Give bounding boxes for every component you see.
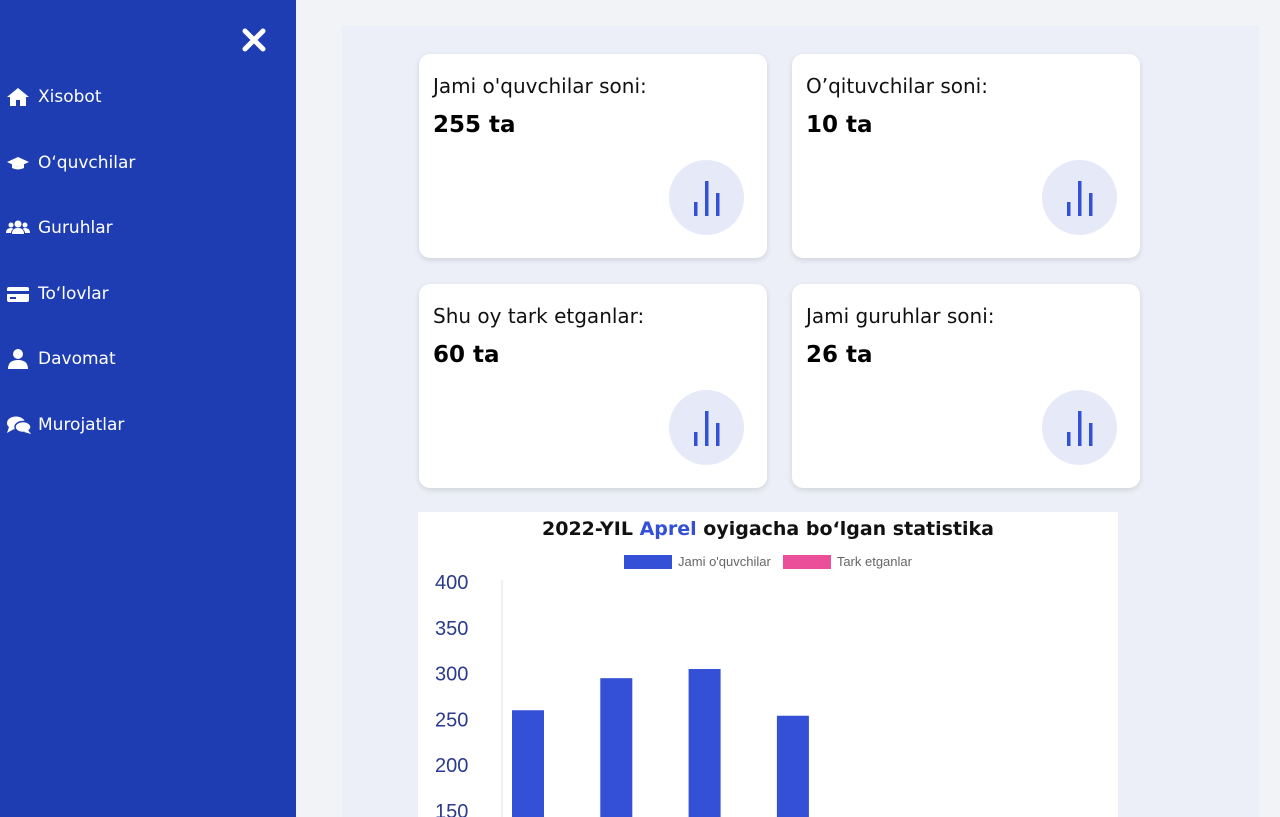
y-tick-label: 250 bbox=[435, 709, 468, 731]
sidebar-item-label: Xisobot bbox=[38, 87, 102, 107]
y-tick-label: 400 bbox=[435, 572, 468, 594]
card-title: Jami guruhlar soni: bbox=[806, 304, 995, 328]
sidebar-item-guruhlar[interactable]: Guruhlar bbox=[0, 210, 296, 246]
sidebar-item-oquvchilar[interactable]: O‘quvchilar bbox=[0, 145, 296, 181]
credit-card-icon bbox=[6, 284, 32, 304]
y-tick-label: 150 bbox=[435, 801, 468, 817]
sidebar-item-davomat[interactable]: Davomat bbox=[0, 341, 296, 377]
y-tick-label: 350 bbox=[435, 618, 468, 640]
card-value: 10 ta bbox=[806, 112, 873, 138]
bar-students bbox=[512, 710, 544, 817]
y-tick-label: 300 bbox=[435, 664, 468, 686]
main-content: Jami o'quvchilar soni: 255 ta O’qituvchi… bbox=[342, 26, 1259, 817]
bar-students bbox=[600, 678, 633, 817]
sidebar-item-label: O‘quvchilar bbox=[38, 152, 136, 173]
comments-icon bbox=[6, 415, 32, 435]
graduation-cap-icon bbox=[6, 153, 32, 173]
card-title: O’qituvchilar soni: bbox=[806, 74, 988, 98]
y-tick-label: 200 bbox=[435, 755, 468, 777]
bar-chart-icon bbox=[1042, 390, 1117, 465]
sidebar-item-label: Guruhlar bbox=[38, 218, 113, 238]
card-title: Shu oy tark etganlar: bbox=[433, 304, 645, 328]
sidebar-item-label: Murojatlar bbox=[38, 414, 125, 435]
sidebar-item-tolovlar[interactable]: To‘lovlar bbox=[0, 276, 296, 312]
stat-card-teachers: O’qituvchilar soni: 10 ta bbox=[792, 54, 1140, 258]
user-icon bbox=[6, 349, 32, 369]
sidebar: Xisobot O‘quvchilar Guruhlar To‘lovlar D… bbox=[0, 0, 296, 817]
users-icon bbox=[6, 218, 32, 238]
card-title: Jami o'quvchilar soni: bbox=[433, 74, 647, 98]
sidebar-item-xisobot[interactable]: Xisobot bbox=[0, 79, 296, 115]
stat-card-left-this-month: Shu oy tark etganlar: 60 ta bbox=[419, 284, 767, 488]
statistics-chart: 2022-YIL Aprel oyigacha bo‘lgan statisti… bbox=[418, 512, 1118, 817]
bar-chart-icon bbox=[669, 160, 744, 235]
chart-plot: 400 350 300 250 200 150 bbox=[435, 572, 809, 817]
sidebar-item-label: Davomat bbox=[38, 349, 116, 369]
bar-students bbox=[688, 669, 721, 817]
close-icon[interactable] bbox=[240, 26, 268, 54]
sidebar-item-murojatlar[interactable]: Murojatlar bbox=[0, 407, 296, 443]
sidebar-nav: Xisobot O‘quvchilar Guruhlar To‘lovlar D… bbox=[0, 79, 296, 472]
stat-card-students: Jami o'quvchilar soni: 255 ta bbox=[419, 54, 767, 258]
card-value: 26 ta bbox=[806, 342, 873, 368]
home-icon bbox=[6, 87, 32, 107]
sidebar-item-label: To‘lovlar bbox=[38, 283, 109, 304]
card-value: 60 ta bbox=[433, 342, 500, 368]
stat-card-groups: Jami guruhlar soni: 26 ta bbox=[792, 284, 1140, 488]
bar-chart-icon bbox=[669, 390, 744, 465]
bar-chart-icon bbox=[1042, 160, 1117, 235]
bar-students bbox=[776, 715, 809, 817]
card-value: 255 ta bbox=[433, 112, 516, 138]
